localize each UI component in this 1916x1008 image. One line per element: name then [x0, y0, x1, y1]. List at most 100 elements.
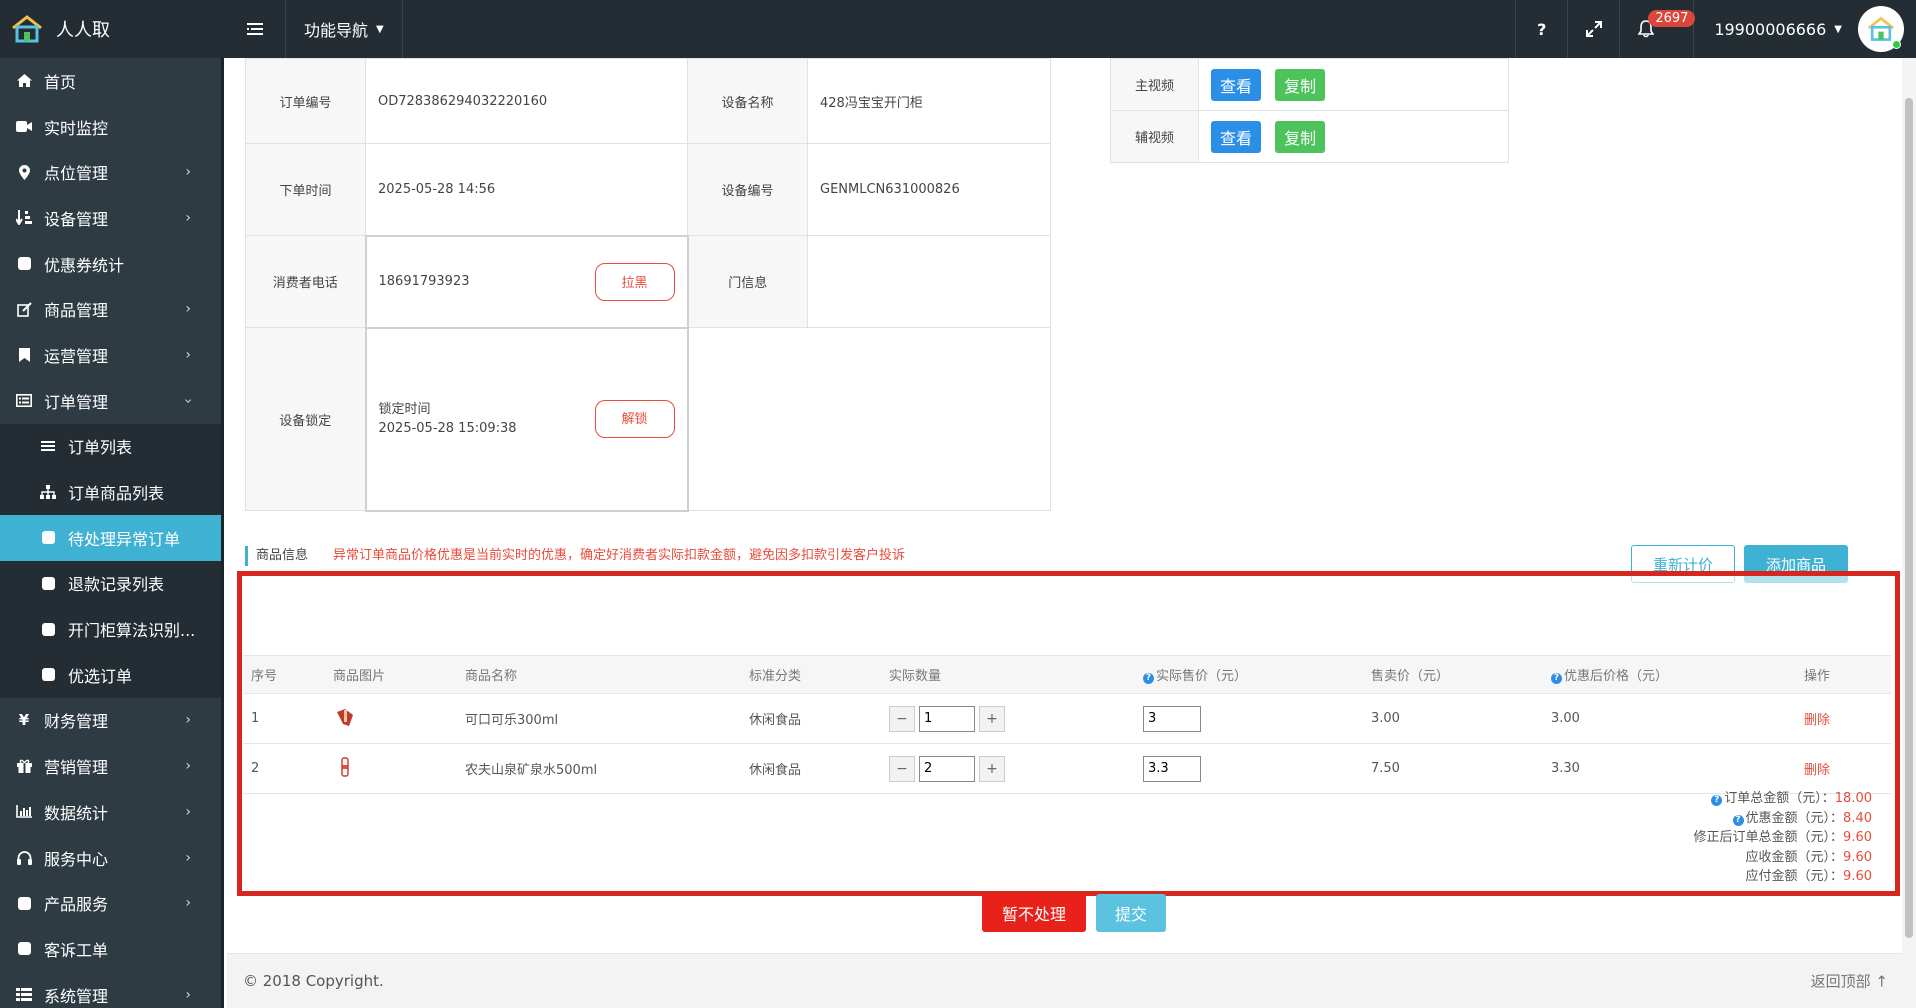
fullscreen-button[interactable] [1567, 0, 1619, 58]
sidebar-item-preferred-orders[interactable]: 优选订单 [0, 652, 221, 698]
receivable-line: 应收金额（元）：9.60 [1694, 848, 1872, 868]
qty-input[interactable] [919, 705, 975, 732]
sidebar-item-complaint-ticket[interactable]: 客诉工单 [0, 926, 221, 972]
sidebar-item-location[interactable]: 点位管理 › [0, 149, 221, 195]
order-total-label: 订单总金额（元）： [1724, 791, 1835, 806]
user-menu[interactable]: 19900006666 ▼ [1693, 0, 1916, 58]
sidebar-item-home[interactable]: 首页 [0, 58, 221, 104]
phone-cell: 18691793923 拉黑 [364, 234, 689, 329]
unlock-button[interactable]: 解锁 [594, 400, 675, 438]
sidebar-item-goods[interactable]: 商品管理 › [0, 286, 221, 332]
col-category: 标准分类 [741, 655, 881, 694]
qty-minus-button[interactable]: − [889, 705, 915, 732]
discount-label: 优惠金额（元）： [1745, 810, 1844, 826]
chevron-down-icon: › [180, 397, 197, 404]
house-logo-icon [12, 15, 42, 43]
sidebar-item-data-stats[interactable]: 数据统计 › [0, 789, 221, 835]
receivable-label: 应收金额（元）： [1745, 849, 1844, 865]
menu-toggle-button[interactable] [224, 0, 286, 58]
sidebar-item-order[interactable]: 订单管理 › [0, 378, 221, 424]
row-category: 休闲食品 [741, 743, 881, 794]
caret-down-icon: ▼ [376, 23, 384, 35]
help-circle-icon: ? [1143, 673, 1154, 684]
actual-price-input[interactable] [1143, 705, 1201, 732]
row-name: 可口可乐300ml [457, 693, 741, 744]
sidebar-item-cabinet-recognition[interactable]: 开门柜算法识别... [0, 606, 221, 652]
main-video-view-button[interactable]: 查看 [1211, 68, 1262, 101]
sidebar-item-label: 待处理异常订单 [68, 529, 181, 549]
sidebar-item-service-center[interactable]: 服务中心 › [0, 835, 221, 881]
sidebar-item-coupon-stats[interactable]: 优惠券统计 [0, 241, 221, 287]
sidebar-item-finance[interactable]: ¥ 财务管理 › [0, 698, 221, 744]
qty-minus-button[interactable]: − [889, 755, 915, 782]
sidebar-item-product-service[interactable]: 产品服务 › [0, 880, 221, 926]
bookmark-icon [14, 346, 34, 364]
square-icon [38, 666, 58, 684]
order-no-label: 订单编号 [245, 58, 366, 144]
main-video-copy-button[interactable]: 复制 [1275, 68, 1326, 101]
headphones-icon [14, 849, 34, 867]
device-no-label: 设备编号 [687, 143, 808, 236]
order-total-line: ? 订单总金额（元）：18.00 [1694, 789, 1872, 809]
device-name-label: 设备名称 [687, 58, 808, 144]
sidebar-item-label: 系统管理 [44, 986, 109, 1006]
sidebar: 首页 实时监控 点位管理 › 设备管理 › 优惠券统计 商品管理 › 运营管理 … [0, 58, 224, 1008]
row-sale-price: 7.50 [1363, 743, 1543, 794]
brand[interactable]: 人人取 [0, 0, 224, 58]
sidebar-item-label: 优选订单 [68, 666, 133, 686]
sidebar-item-refund-records[interactable]: 退款记录列表 [0, 561, 221, 607]
delete-link[interactable]: 删除 [1804, 763, 1830, 778]
qty-input[interactable] [919, 755, 975, 782]
sidebar-item-order-goods-list[interactable]: 订单商品列表 [0, 469, 221, 515]
th-list-icon [14, 986, 34, 1004]
sidebar-item-order-list[interactable]: 订单列表 [0, 424, 221, 470]
sidebar-item-pending-abnormal-orders[interactable]: 待处理异常订单 [0, 514, 221, 561]
blacklist-button[interactable]: 拉黑 [594, 262, 675, 301]
order-time-value: 2025-05-28 14:56 [365, 143, 688, 236]
home-icon [14, 72, 34, 90]
sidebar-item-system[interactable]: 系统管理 › [0, 972, 221, 1008]
sidebar-item-operation[interactable]: 运营管理 › [0, 332, 221, 378]
col-qty: 实际数量 [881, 655, 1135, 694]
qty-plus-button[interactable]: + [979, 755, 1005, 782]
row-seq: 1 [243, 693, 325, 744]
goods-table: 序号 商品图片 商品名称 标准分类 实际数量 ? 实际售价（元） 售卖价（元） ?… [243, 655, 1891, 794]
door-info-value [807, 235, 1051, 328]
qty-plus-button[interactable]: + [979, 705, 1005, 732]
col-discount-price-label: 优惠后价格（元） [1564, 669, 1669, 684]
receivable-value: 9.60 [1843, 849, 1872, 865]
quantity-stepper: − + [889, 705, 1135, 732]
notifications-button[interactable]: 2697 [1619, 0, 1696, 58]
aux-video-copy-button[interactable]: 复制 [1275, 120, 1326, 153]
square-icon [14, 894, 34, 912]
delete-link[interactable]: 删除 [1804, 713, 1830, 728]
sidebar-item-label: 订单列表 [68, 438, 133, 458]
sidebar-item-monitor[interactable]: 实时监控 [0, 104, 221, 150]
order-submenu: 订单列表 订单商品列表 待处理异常订单 退款记录列表 开门柜算法识别... 优选… [0, 423, 221, 698]
sidebar-item-device[interactable]: 设备管理 › [0, 195, 221, 241]
aux-video-actions: 查看 复制 [1198, 110, 1509, 163]
function-nav-dropdown[interactable]: 功能导航 ▼ [286, 0, 403, 58]
corrected-total-value: 9.60 [1843, 830, 1872, 846]
sidebar-item-label: 首页 [44, 72, 77, 92]
avatar[interactable] [1858, 6, 1904, 52]
bar-chart-icon [14, 803, 34, 821]
top-right-tools: ? 2697 19900006666 ▼ [1515, 0, 1916, 58]
lock-cell: 锁定时间 2025-05-28 15:09:38 解锁 [364, 326, 689, 512]
sidebar-item-marketing[interactable]: 营销管理 › [0, 743, 221, 789]
scrollbar[interactable] [1902, 58, 1916, 1008]
aux-video-view-button[interactable]: 查看 [1211, 120, 1262, 153]
hold-button[interactable]: 暂不处理 [982, 894, 1086, 932]
help-button[interactable]: ? [1515, 0, 1567, 58]
actual-price-input[interactable] [1143, 755, 1201, 782]
order-no-value: OD728386294032220160 [365, 58, 688, 144]
video-table: 主视频 查看 复制 辅视频 查看 复制 [1110, 58, 1509, 163]
submit-button[interactable]: 提交 [1096, 894, 1166, 932]
back-to-top-link[interactable]: 返回顶部 ↑ [1811, 971, 1888, 992]
copyright-text: © 2018 Copyright. [243, 972, 384, 990]
square-icon [38, 574, 58, 592]
sidebar-item-label: 服务中心 [44, 849, 109, 869]
sidebar-item-label: 优惠券统计 [44, 255, 125, 275]
scrollbar-thumb[interactable] [1905, 98, 1913, 938]
payable-line: 应付金额（元）：9.60 [1694, 867, 1872, 887]
